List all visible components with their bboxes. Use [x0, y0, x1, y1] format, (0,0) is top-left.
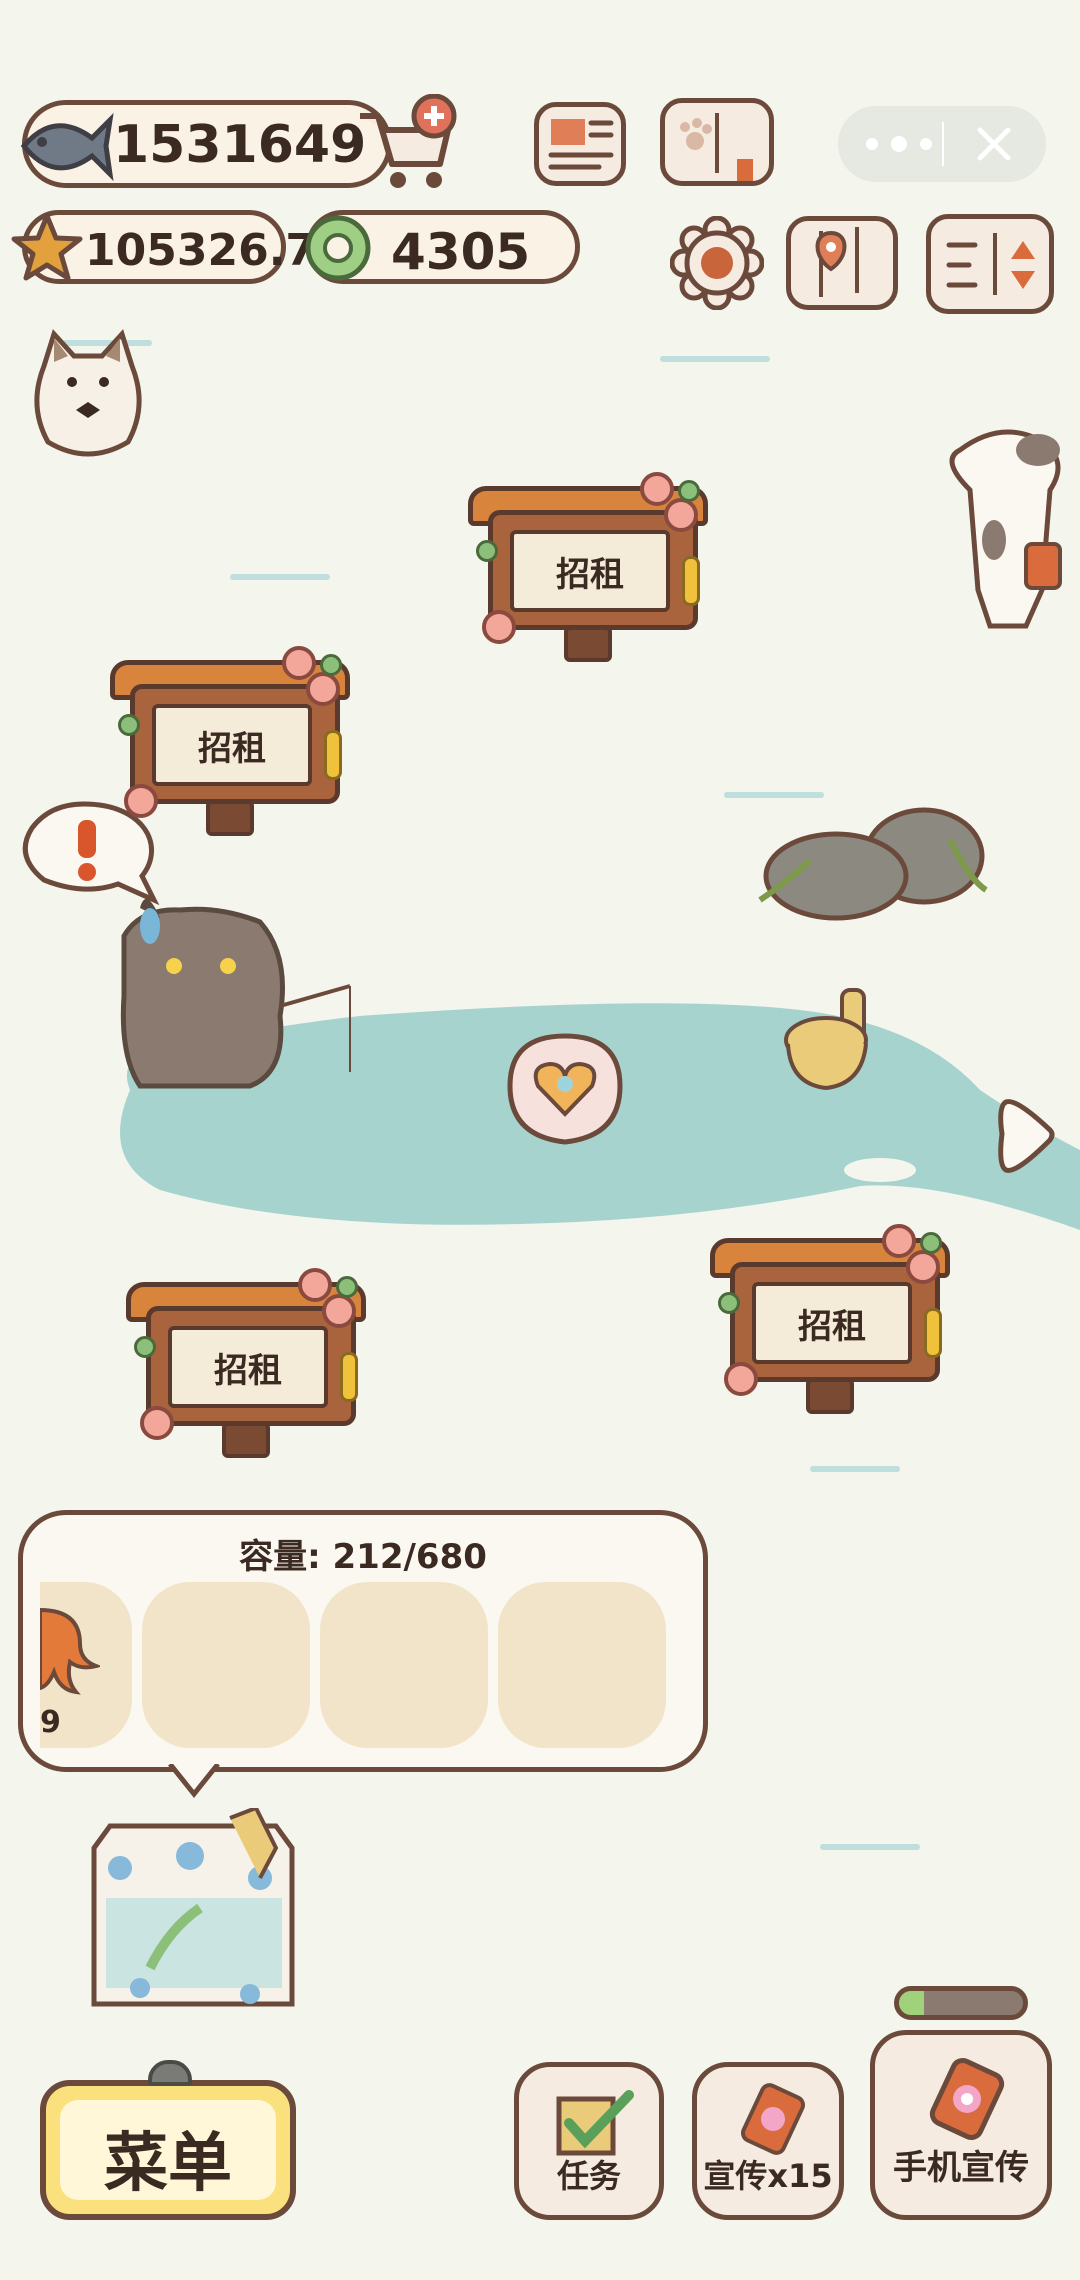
- rent-sign-label: 招租: [510, 530, 670, 612]
- close-icon[interactable]: [972, 122, 1016, 166]
- dog-character: [949, 429, 1062, 629]
- paw-book-icon: [680, 113, 753, 183]
- rent-sign-4[interactable]: 招租: [710, 1222, 950, 1422]
- arrow-right-icon[interactable]: [996, 1094, 1060, 1178]
- fish-count: 1531649: [113, 115, 367, 175]
- promo-button[interactable]: 宣传x15: [692, 2062, 844, 2220]
- storage-slot[interactable]: 9: [40, 1582, 132, 1748]
- ring-count: 4305: [391, 223, 531, 281]
- star-icon: [11, 213, 83, 281]
- map-icon: [815, 227, 859, 297]
- sort-arrows-icon: [946, 233, 1035, 295]
- storage-slot[interactable]: [320, 1582, 488, 1748]
- wave-decor: [230, 574, 330, 580]
- fishing-cat[interactable]: [110, 896, 360, 1096]
- star-count: 105326.7: [85, 225, 317, 276]
- gear-icon[interactable]: [670, 216, 764, 310]
- fish-icon: [20, 112, 114, 182]
- rent-sign-label: 招租: [752, 1282, 912, 1364]
- mini-program-capsule: [838, 106, 1046, 182]
- basket[interactable]: [780, 984, 880, 1098]
- bubble-tail: [168, 1764, 220, 1799]
- storage-capacity: 容量: 212/680: [239, 1537, 487, 1577]
- storage-slot[interactable]: [142, 1582, 310, 1748]
- phone-promo-progress: [894, 1986, 1028, 2020]
- octopus-icon: [40, 1607, 100, 1695]
- menu-label: 菜单: [104, 2127, 232, 2201]
- progress-fill: [899, 1991, 924, 2015]
- rent-sign-2[interactable]: 招租: [110, 644, 350, 844]
- task-button[interactable]: 任务: [514, 2062, 664, 2220]
- storage-slot[interactable]: [498, 1582, 666, 1748]
- wave-decor: [810, 1466, 900, 1472]
- phone-promo-button[interactable]: 手机宣传: [870, 2030, 1052, 2220]
- checkbox-icon: [556, 2090, 634, 2156]
- item-count: 9: [40, 1705, 61, 1740]
- ring-coin-icon: [305, 215, 371, 281]
- wave-decor: [820, 1844, 920, 1850]
- paw-book-button[interactable]: [660, 98, 774, 186]
- rocks: [758, 807, 988, 921]
- task-label: 任务: [556, 2157, 621, 2195]
- cat-avatar[interactable]: [24, 326, 152, 460]
- newspaper-icon: [548, 119, 614, 170]
- rent-sign-label: 招租: [168, 1326, 328, 1408]
- menu-button[interactable]: 菜单: [40, 2060, 296, 2220]
- rent-sign-1[interactable]: 招租: [468, 470, 708, 670]
- heart-shell[interactable]: [500, 1026, 630, 1152]
- more-dots-icon[interactable]: [866, 126, 932, 162]
- newspaper-button[interactable]: [534, 102, 626, 186]
- wave-decor: [660, 356, 770, 362]
- phone-promo-label: 手机宣传: [893, 2148, 1029, 2188]
- rent-sign-3[interactable]: 招租: [126, 1266, 366, 1466]
- phone-promo-icon: [929, 2057, 1005, 2141]
- promo-label: 宣传x15: [703, 2157, 833, 2195]
- rent-sign-label: 招租: [152, 704, 312, 786]
- map-button[interactable]: [786, 216, 898, 310]
- aquarium-box[interactable]: [80, 1808, 306, 2020]
- sort-button[interactable]: [926, 214, 1054, 314]
- wave-decor: [724, 792, 824, 798]
- cart-plus-icon[interactable]: [352, 94, 462, 194]
- phone-promo-icon: [741, 2083, 805, 2155]
